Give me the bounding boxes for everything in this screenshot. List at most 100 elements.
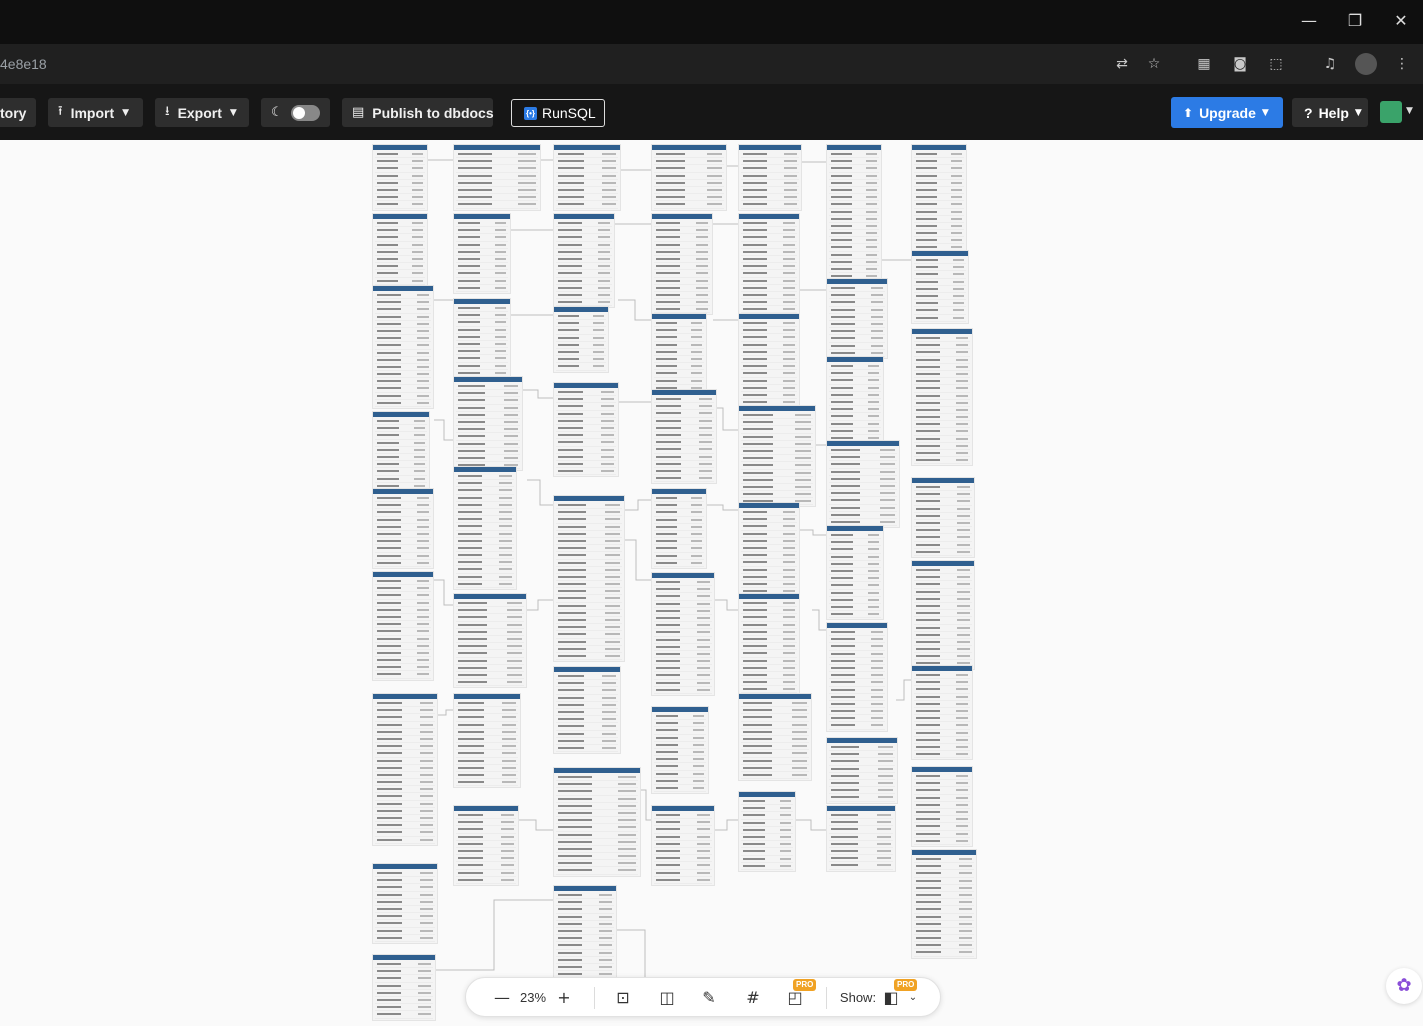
table-field-row[interactable] [456,848,516,856]
schema-table[interactable] [372,411,430,492]
table-field-row[interactable] [829,787,895,795]
table-field-row[interactable] [741,707,809,715]
table-field-row[interactable] [375,461,427,469]
table-field-row[interactable] [741,607,797,615]
table-field-row[interactable] [654,285,710,292]
schema-table[interactable] [651,213,713,316]
table-field-row[interactable] [829,490,897,498]
table-field-row[interactable] [556,731,618,738]
table-field-row[interactable] [741,320,797,328]
table-field-row[interactable] [556,832,638,839]
table-field-row[interactable] [556,639,622,646]
table-field-row[interactable] [556,432,616,440]
table-field-row[interactable] [741,538,797,545]
table-field-row[interactable] [456,455,520,463]
table-field-row[interactable] [375,671,431,679]
table-field-row[interactable] [654,410,714,418]
table-field-row[interactable] [741,227,797,235]
help-button[interactable]: ? Help ▼ [1292,98,1368,127]
table-field-row[interactable] [741,758,809,765]
table-field-row[interactable] [556,342,606,349]
table-field-row[interactable] [375,187,425,195]
table-field-row[interactable] [375,342,431,350]
table-field-row[interactable] [914,610,972,618]
table-field-row[interactable] [375,242,425,249]
export-button[interactable]: ⭳ Export ▼ [155,98,249,127]
table-field-row[interactable] [914,414,970,422]
table-field-row[interactable] [556,867,638,875]
table-field-row[interactable] [829,715,885,723]
table-field-row[interactable] [456,707,518,715]
table-field-row[interactable] [375,321,431,328]
table-field-row[interactable] [556,363,606,371]
schema-table[interactable] [826,525,884,621]
table-field-row[interactable] [556,853,638,861]
table-field-row[interactable] [829,299,885,307]
table-field-row[interactable] [456,341,508,349]
table-field-row[interactable] [375,920,435,928]
table-field-row[interactable] [654,819,712,827]
schema-table[interactable] [738,313,800,409]
table-field-row[interactable] [375,983,433,990]
table-field-row[interactable] [556,709,618,717]
table-field-row[interactable] [456,312,508,320]
table-field-row[interactable] [654,356,704,364]
table-field-row[interactable] [741,234,797,242]
table-field-row[interactable] [829,266,879,274]
table-field-row[interactable] [556,781,638,789]
table-field-row[interactable] [741,342,797,349]
table-field-row[interactable] [741,441,813,448]
table-field-row[interactable] [829,173,879,180]
table-field-row[interactable] [456,487,514,495]
table-field-row[interactable] [456,397,520,405]
table-field-row[interactable] [375,913,435,921]
table-field-row[interactable] [829,447,897,455]
table-field-row[interactable] [456,480,514,488]
table-field-row[interactable] [654,270,710,278]
table-field-row[interactable] [654,834,712,841]
table-field-row[interactable] [556,509,622,517]
schema-table[interactable] [372,863,438,944]
table-field-row[interactable] [456,581,514,588]
table-field-row[interactable] [556,327,606,335]
schema-table[interactable] [553,306,609,373]
table-field-row[interactable] [654,538,704,546]
table-field-row[interactable] [456,672,524,680]
table-field-row[interactable] [914,603,972,611]
table-field-row[interactable] [456,383,520,391]
zoom-in-icon[interactable]: + [552,986,576,1010]
table-field-row[interactable] [741,700,809,708]
table-field-row[interactable] [829,151,879,159]
table-field-row[interactable] [456,194,538,202]
dark-mode-toggle[interactable]: ☾ [261,98,330,127]
table-field-row[interactable] [654,826,712,834]
table-field-row[interactable] [456,426,520,434]
minimize-icon[interactable]: — [1286,0,1332,40]
table-field-row[interactable] [375,151,425,159]
table-field-row[interactable] [914,653,972,661]
table-field-row[interactable] [654,249,710,256]
schema-table[interactable] [738,791,796,872]
table-field-row[interactable] [556,723,618,731]
table-field-row[interactable] [914,617,972,625]
table-field-row[interactable] [375,585,431,593]
table-field-row[interactable] [914,400,970,407]
table-field-row[interactable] [375,758,435,765]
table-field-row[interactable] [741,448,813,456]
table-field-row[interactable] [654,524,704,531]
table-field-row[interactable] [556,581,622,589]
table-field-row[interactable] [654,763,706,771]
schema-table[interactable] [651,805,715,886]
table-field-row[interactable] [741,412,813,420]
schema-table[interactable] [911,560,975,670]
table-field-row[interactable] [654,545,704,553]
table-field-row[interactable] [556,313,606,321]
table-field-row[interactable] [556,687,618,695]
table-field-row[interactable] [741,470,813,477]
table-field-row[interactable] [914,527,972,535]
table-field-row[interactable] [556,624,622,632]
table-field-row[interactable] [654,778,706,785]
table-field-row[interactable] [914,863,974,871]
table-field-row[interactable] [654,439,714,447]
table-field-row[interactable] [456,855,516,863]
